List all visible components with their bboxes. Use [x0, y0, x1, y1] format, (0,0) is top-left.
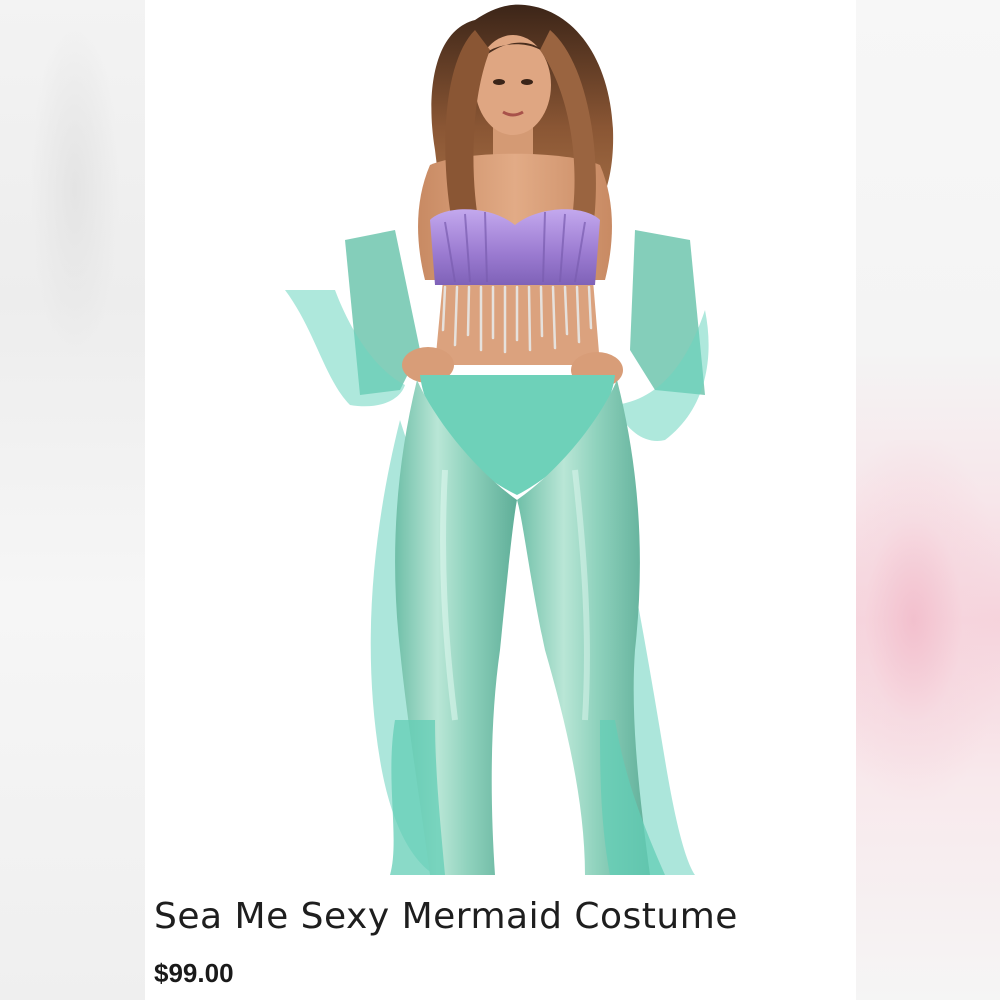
blurred-backdrop-right: [856, 0, 1000, 1000]
product-price: $99.00: [154, 958, 234, 988]
costume-illustration: [285, 4, 709, 875]
product-image[interactable]: [145, 0, 856, 880]
blurred-backdrop-left: [0, 0, 145, 1000]
post-frame: Sea Me Sexy Mermaid Costume $99.00: [0, 0, 1000, 1000]
product-title[interactable]: Sea Me Sexy Mermaid Costume: [154, 896, 738, 937]
product-card[interactable]: Sea Me Sexy Mermaid Costume $99.00: [145, 0, 856, 1000]
